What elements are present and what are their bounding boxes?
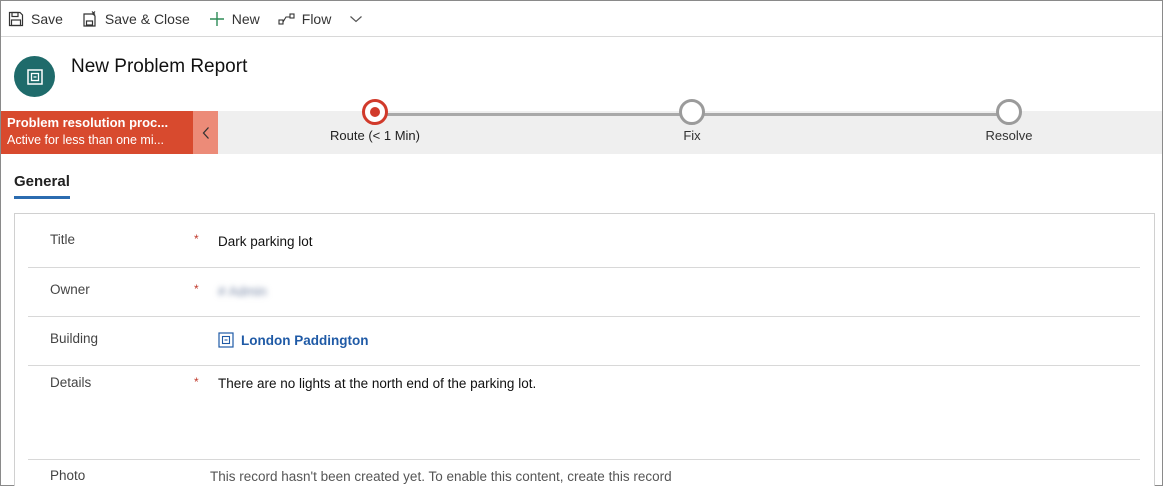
- process-flyout[interactable]: Problem resolution proc... Active for le…: [1, 111, 193, 154]
- new-button[interactable]: New: [202, 1, 272, 37]
- chevron-down-icon: [347, 10, 365, 28]
- flow-dropdown-toggle[interactable]: [343, 1, 375, 37]
- save-and-close-button[interactable]: Save & Close: [75, 1, 202, 37]
- flow-button[interactable]: Flow: [272, 1, 344, 37]
- building-label: Building: [50, 331, 99, 346]
- title-field[interactable]: Dark parking lot: [218, 234, 313, 249]
- process-status: Active for less than one mi...: [7, 133, 165, 147]
- command-bar: Save Save & Close New Flow: [1, 1, 1162, 37]
- page-title: New Problem Report: [71, 56, 248, 77]
- stage-route[interactable]: Route (< 1 Min): [305, 99, 445, 143]
- field-row-details: Details * There are no lights at the nor…: [28, 366, 1140, 460]
- chevron-left-icon: [202, 126, 209, 139]
- title-label: Title: [50, 232, 76, 247]
- general-section: Title * Dark parking lot Owner * # Admin…: [14, 213, 1155, 486]
- stage-fix-marker: [679, 99, 705, 125]
- entity-avatar: [14, 56, 55, 97]
- save-close-icon: [81, 10, 99, 28]
- building-lookup-link[interactable]: London Paddington: [218, 332, 368, 348]
- business-process-flow: Problem resolution proc... Active for le…: [1, 99, 1162, 154]
- tab-general[interactable]: General: [14, 173, 70, 199]
- photo-placeholder-note: This record hasn't been created yet. To …: [210, 469, 672, 484]
- required-indicator: *: [194, 232, 199, 246]
- field-row-owner: Owner * # Admin: [28, 268, 1140, 317]
- field-row-photo: Photo This record hasn't been created ye…: [28, 460, 1140, 486]
- tab-bar: General: [1, 154, 1162, 200]
- building-value: London Paddington: [241, 332, 369, 348]
- new-label: New: [231, 10, 260, 27]
- details-label: Details: [50, 375, 92, 390]
- flow-icon: [278, 10, 296, 28]
- plus-icon: [208, 10, 226, 28]
- photo-label: Photo: [50, 468, 86, 483]
- save-and-close-label: Save & Close: [104, 10, 190, 27]
- stage-route-marker: [362, 99, 388, 125]
- owner-field[interactable]: # Admin: [218, 284, 267, 299]
- stage-resolve-label: Resolve: [985, 128, 1033, 143]
- stage-fix[interactable]: Fix: [622, 99, 762, 143]
- process-name: Problem resolution proc...: [7, 115, 169, 130]
- stage-fix-label: Fix: [683, 128, 701, 143]
- save-label: Save: [31, 10, 63, 27]
- process-collapse-button[interactable]: [193, 111, 218, 154]
- stage-resolve[interactable]: Resolve: [939, 99, 1079, 143]
- details-field[interactable]: There are no lights at the north end of …: [218, 376, 536, 391]
- field-row-building: Building London Paddington: [28, 317, 1140, 366]
- floppy-disk-icon: [7, 10, 25, 28]
- required-indicator: *: [194, 375, 199, 389]
- owner-label: Owner: [50, 282, 90, 297]
- required-indicator: *: [194, 282, 199, 296]
- form-window: Save Save & Close New Flow New Problem R…: [0, 0, 1163, 486]
- save-button[interactable]: Save: [1, 1, 75, 37]
- flow-label: Flow: [301, 10, 332, 27]
- field-row-title: Title * Dark parking lot: [28, 214, 1140, 268]
- building-icon: [218, 332, 234, 348]
- stage-resolve-marker: [996, 99, 1022, 125]
- stage-route-label: Route (< 1 Min): [330, 128, 420, 143]
- building-icon: [26, 68, 43, 85]
